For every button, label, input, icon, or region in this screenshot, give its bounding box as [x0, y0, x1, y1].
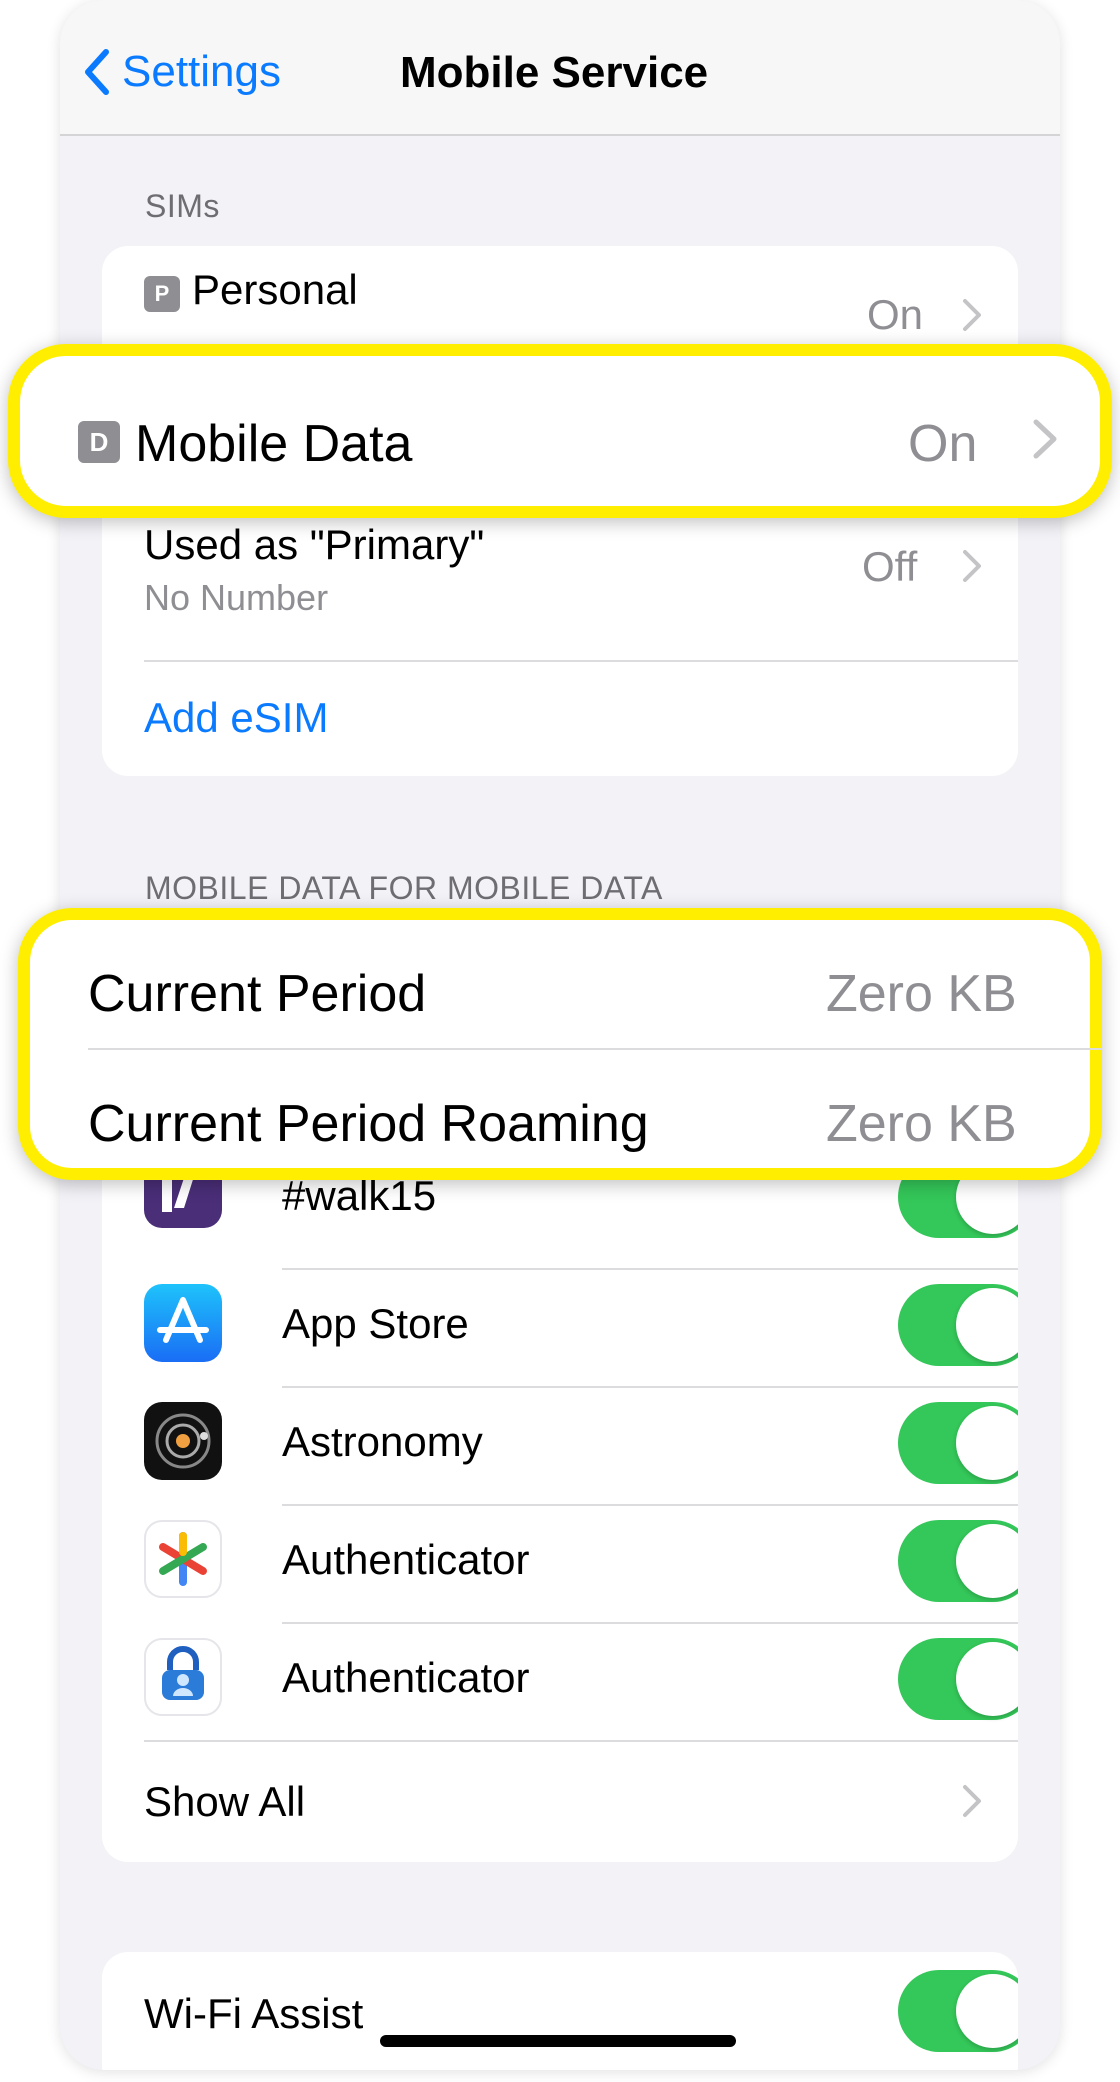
wifi-assist-toggle[interactable] — [898, 1970, 1018, 2052]
sim-badge-p: P — [144, 276, 180, 312]
chevron-right-icon — [963, 299, 981, 331]
app-name: Authenticator — [282, 1536, 530, 1583]
usage-callout: Current Period Zero KB Current Period Ro… — [18, 908, 1102, 1180]
used-as-primary-value: Off — [862, 543, 918, 590]
chevron-right-icon — [963, 1785, 981, 1817]
astronomy-icon — [144, 1402, 222, 1480]
used-as-primary-row[interactable]: Used as "Primary" No Number Off — [102, 521, 1018, 651]
current-period-roaming-label: Current Period Roaming — [88, 1095, 649, 1153]
chevron-right-icon — [963, 550, 981, 582]
app-row: App Store — [102, 1270, 1018, 1386]
app-store-icon — [144, 1284, 222, 1362]
app-toggle[interactable] — [898, 1402, 1018, 1484]
app-toggle[interactable] — [898, 1520, 1018, 1602]
wifi-assist-group: Wi-Fi Assist — [102, 1952, 1018, 2070]
app-row: Authenticator — [102, 1624, 1018, 1740]
sims-section-header: SIMs — [145, 188, 220, 224]
home-indicator — [380, 2035, 736, 2047]
current-period-roaming-value: Zero KB — [826, 1095, 1017, 1153]
chevron-left-icon — [85, 49, 109, 95]
sim-personal-value: On — [867, 291, 924, 338]
back-label[interactable]: Settings — [122, 47, 281, 97]
chevron-right-icon — [1033, 419, 1057, 459]
current-period-label: Current Period — [88, 965, 427, 1023]
used-as-primary-sublabel: No Number — [144, 577, 329, 618]
mobile-data-label: Mobile Data — [135, 415, 413, 473]
current-period-value: Zero KB — [826, 965, 1017, 1023]
app-row: Authenticator — [102, 1506, 1018, 1622]
app-row: Astronomy — [102, 1388, 1018, 1504]
used-as-primary-label: Used as "Primary" — [144, 521, 485, 568]
divider — [144, 660, 1018, 662]
back-button[interactable]: Settings — [82, 42, 281, 102]
app-toggle[interactable] — [898, 1638, 1018, 1720]
usage-section-header: MOBILE DATA FOR MOBILE DATA — [145, 870, 663, 906]
mobile-data-callout[interactable]: D Mobile Data On — [8, 344, 1112, 518]
sim-badge-d: D — [78, 421, 120, 463]
google-authenticator-icon — [144, 1520, 222, 1598]
app-name: App Store — [282, 1300, 469, 1347]
app-toggle[interactable] — [898, 1284, 1018, 1366]
app-name: Astronomy — [282, 1418, 483, 1465]
show-all-label: Show All — [144, 1778, 306, 1825]
divider — [88, 1048, 1102, 1050]
microsoft-authenticator-icon — [144, 1638, 222, 1716]
sim-personal-label: Personal — [192, 266, 358, 313]
apps-group: #walk15 App Store Astronomy Authenticato… — [102, 1120, 1018, 1862]
navigation-bar: Settings Mobile Service — [60, 0, 1060, 136]
wifi-assist-row: Wi-Fi Assist — [102, 1952, 1018, 2070]
page-title: Mobile Service — [400, 48, 709, 97]
add-esim-link[interactable]: Add eSIM — [144, 694, 328, 742]
app-name: Authenticator — [282, 1654, 530, 1701]
sim-personal-row[interactable]: P Personal On — [102, 246, 1018, 356]
mobile-data-value: On — [908, 415, 978, 473]
show-all-row[interactable]: Show All — [102, 1742, 1018, 1860]
wifi-assist-label: Wi-Fi Assist — [144, 1990, 364, 2037]
